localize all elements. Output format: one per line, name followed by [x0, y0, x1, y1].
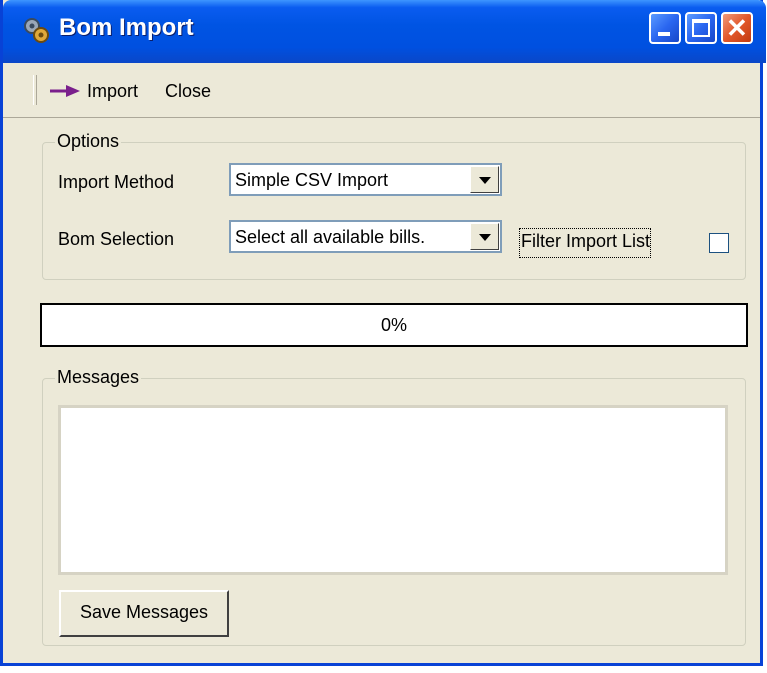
filter-import-list-checkbox[interactable] — [709, 233, 729, 253]
import-method-label: Import Method — [58, 172, 175, 192]
bom-selection-select[interactable]: Select all available bills. — [229, 220, 502, 253]
import-arrow-icon — [50, 85, 80, 97]
title-bar[interactable]: Bom Import ✕ — [3, 0, 766, 63]
bom-selection-value: Select all available bills. — [235, 227, 426, 247]
import-label: Import — [87, 81, 139, 101]
options-legend: Options — [55, 131, 122, 152]
maximize-icon — [692, 19, 710, 37]
progress-percent: 0% — [380, 315, 407, 335]
import-method-value: Simple CSV Import — [235, 170, 389, 190]
import-progress-bar: 0% — [40, 303, 748, 347]
bom-import-window: Bom Import ✕ Import Close Options Import… — [0, 0, 766, 666]
bom-selection-label: Bom Selection — [58, 229, 175, 249]
app-gears-icon — [24, 18, 49, 43]
close-icon: ✕ — [726, 13, 748, 43]
window-title: Bom Import — [59, 14, 194, 41]
maximize-button[interactable] — [685, 12, 717, 44]
close-window-button[interactable]: ✕ — [721, 12, 753, 44]
messages-textarea[interactable] — [58, 405, 728, 575]
close-button[interactable]: Close — [165, 81, 211, 102]
import-method-select[interactable]: Simple CSV Import — [229, 163, 502, 196]
save-messages-button[interactable]: Save Messages — [59, 590, 229, 637]
chevron-down-icon — [479, 234, 491, 241]
bom-selection-dropdown-button[interactable] — [470, 223, 499, 250]
chevron-down-icon — [479, 177, 491, 184]
messages-legend: Messages — [55, 367, 142, 388]
minimize-button[interactable] — [649, 12, 681, 44]
filter-import-list-button[interactable]: Filter Import List — [519, 228, 652, 258]
toolbar-grip[interactable] — [33, 75, 37, 105]
import-method-dropdown-button[interactable] — [470, 166, 499, 193]
minimize-icon — [658, 32, 670, 36]
toolbar: Import Close — [3, 63, 760, 118]
